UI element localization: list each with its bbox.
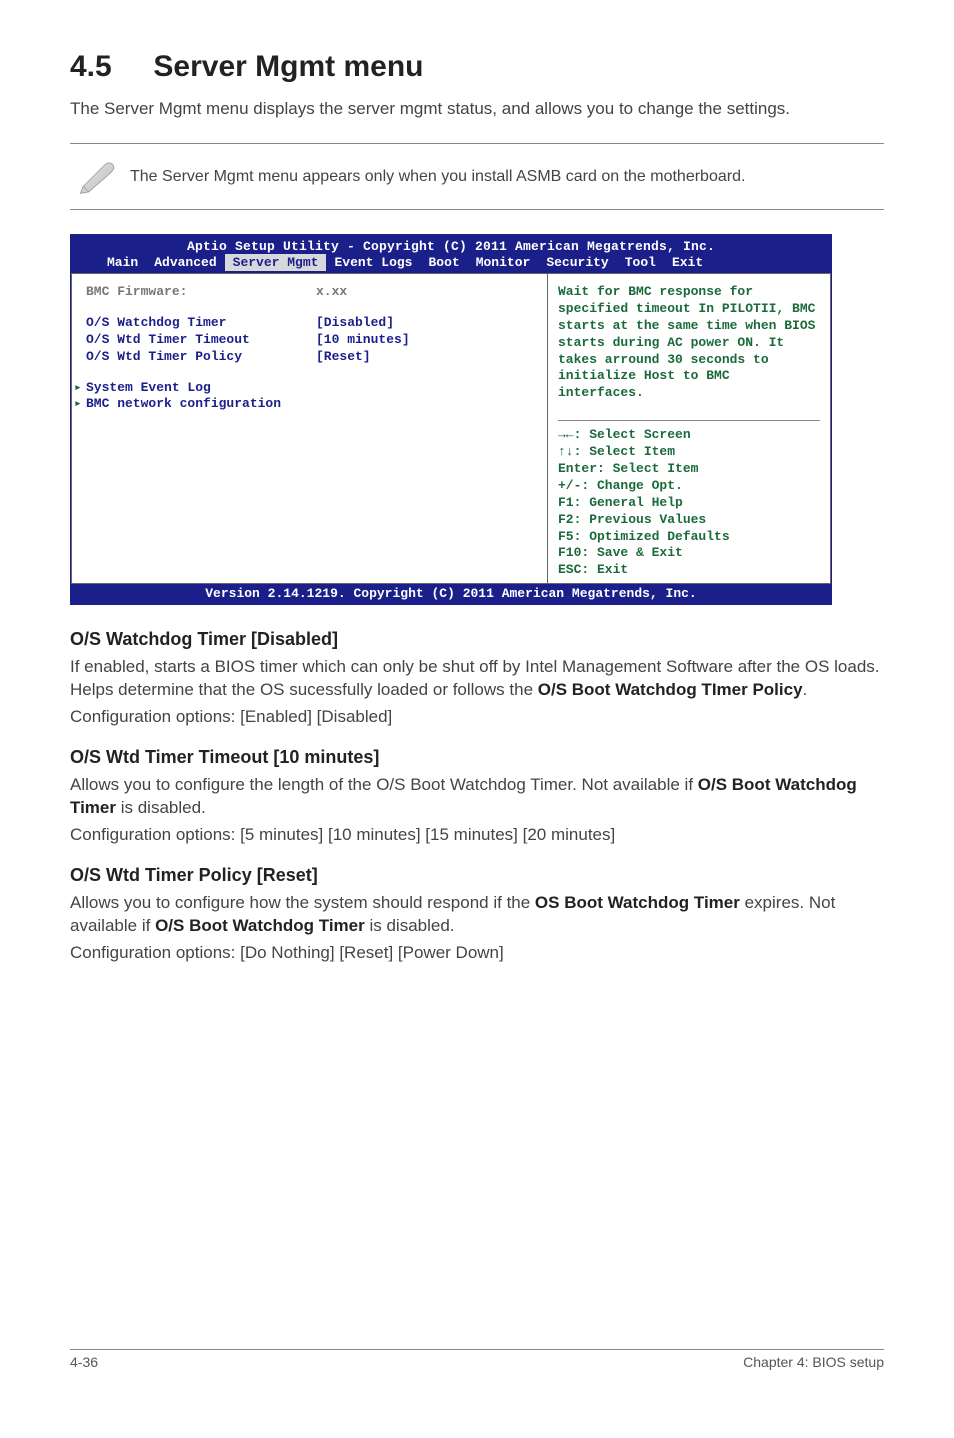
bios-row-firmware: BMC Firmware: x.xx [86, 284, 537, 301]
note-icon [70, 152, 124, 201]
bios-tab-server-mgmt[interactable]: Server Mgmt [225, 254, 327, 271]
section-number: 4.5 [70, 50, 112, 83]
bios-label: O/S Wtd Timer Policy [86, 349, 316, 366]
bios-left-pane: BMC Firmware: x.xx O/S Watchdog Timer [D… [71, 273, 548, 584]
note-text: The Server Mgmt menu appears only when y… [124, 166, 745, 188]
bios-tab-monitor[interactable]: Monitor [468, 254, 539, 271]
bios-submenu-system-event-log[interactable]: ▸System Event Log [74, 380, 537, 397]
bios-body: BMC Firmware: x.xx O/S Watchdog Timer [D… [71, 273, 831, 584]
bios-tab-main[interactable]: Main [99, 254, 146, 271]
option-config: Configuration options: [5 minutes] [10 m… [70, 824, 884, 847]
text: Allows you to configure how the system s… [70, 893, 535, 912]
text-bold: O/S Boot Watchdog Timer [155, 916, 365, 935]
bios-row-wtd-policy[interactable]: O/S Wtd Timer Policy [Reset] [86, 349, 537, 366]
bios-tab-tool[interactable]: Tool [617, 254, 664, 271]
text-bold: OS Boot Watchdog Timer [535, 893, 740, 912]
bios-label: O/S Wtd Timer Timeout [86, 332, 316, 349]
bios-right-pane: Wait for BMC response for specified time… [548, 273, 831, 584]
text: Allows you to configure the length of th… [70, 775, 698, 794]
bios-tab-exit[interactable]: Exit [664, 254, 711, 271]
spacer [86, 366, 537, 380]
bios-value: x.xx [316, 284, 347, 301]
page-footer: 4-36 Chapter 4: BIOS setup [70, 1349, 884, 1370]
text: is disabled. [365, 916, 455, 935]
option-config: Configuration options: [Enabled] [Disabl… [70, 706, 884, 729]
option-heading-watchdog-timer: O/S Watchdog Timer [Disabled] [70, 629, 884, 650]
option-body: Allows you to configure how the system s… [70, 892, 884, 938]
option-heading-wtd-policy: O/S Wtd Timer Policy [Reset] [70, 865, 884, 886]
option-config: Configuration options: [Do Nothing] [Res… [70, 942, 884, 965]
bios-label: O/S Watchdog Timer [86, 315, 316, 332]
note-block: The Server Mgmt menu appears only when y… [70, 143, 884, 210]
bios-tab-event-logs[interactable]: Event Logs [326, 254, 420, 271]
bios-footer: Version 2.14.1219. Copyright (C) 2011 Am… [71, 584, 831, 604]
bios-tab-advanced[interactable]: Advanced [146, 254, 224, 271]
bios-help-text: Wait for BMC response for specified time… [558, 284, 820, 402]
bios-key-legend: →←: Select Screen ↑↓: Select Item Enter:… [558, 420, 820, 579]
bios-value: [10 minutes] [316, 332, 410, 349]
bios-tab-security[interactable]: Security [538, 254, 616, 271]
bios-tab-bar: Main Advanced Server Mgmt Event Logs Boo… [71, 254, 831, 273]
bios-submenu-label: System Event Log [86, 380, 211, 395]
bios-header: Aptio Setup Utility - Copyright (C) 2011… [71, 235, 831, 254]
text: . [803, 680, 808, 699]
bios-value: [Reset] [316, 349, 371, 366]
option-body: If enabled, starts a BIOS timer which ca… [70, 656, 884, 702]
bios-submenu-bmc-network[interactable]: ▸BMC network configuration [74, 396, 537, 413]
section-title-text: Server Mgmt menu [153, 50, 423, 83]
page-number: 4-36 [70, 1354, 98, 1370]
bios-row-wtd-timeout[interactable]: O/S Wtd Timer Timeout [10 minutes] [86, 332, 537, 349]
option-heading-wtd-timeout: O/S Wtd Timer Timeout [10 minutes] [70, 747, 884, 768]
bios-value: [Disabled] [316, 315, 394, 332]
option-body: Allows you to configure the length of th… [70, 774, 884, 820]
bios-label: BMC Firmware: [86, 284, 316, 301]
chevron-right-icon: ▸ [74, 396, 86, 413]
text-bold: O/S Boot Watchdog TImer Policy [538, 680, 803, 699]
chevron-right-icon: ▸ [74, 380, 86, 397]
section-heading: 4.5 Server Mgmt menu [70, 50, 884, 84]
bios-row-watchdog-timer[interactable]: O/S Watchdog Timer [Disabled] [86, 315, 537, 332]
spacer [86, 301, 537, 315]
page: 4.5 Server Mgmt menu The Server Mgmt men… [0, 0, 954, 1390]
bios-screenshot: Aptio Setup Utility - Copyright (C) 2011… [70, 234, 832, 605]
bios-submenu-label: BMC network configuration [86, 396, 281, 411]
intro-paragraph: The Server Mgmt menu displays the server… [70, 98, 884, 121]
chapter-label: Chapter 4: BIOS setup [743, 1354, 884, 1370]
bios-tab-boot[interactable]: Boot [420, 254, 467, 271]
text: is disabled. [116, 798, 206, 817]
